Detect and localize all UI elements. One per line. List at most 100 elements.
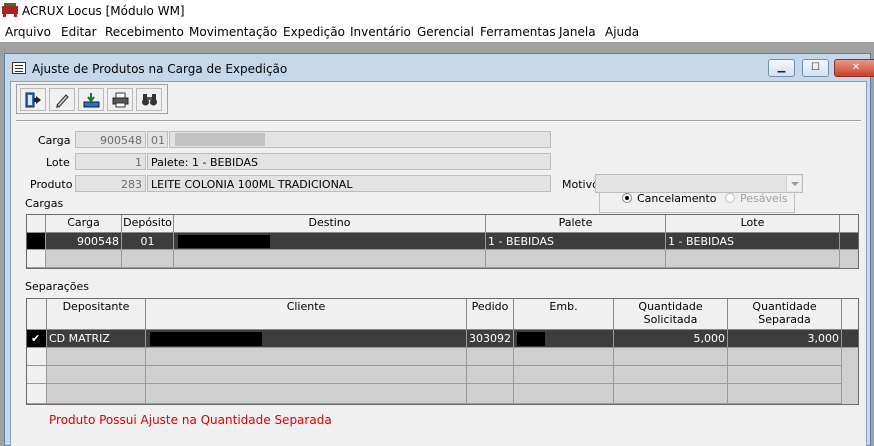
empty-cell <box>486 250 666 268</box>
empty-cell <box>728 348 842 366</box>
check-icon[interactable]: ✔ <box>27 330 47 348</box>
download-tray-icon <box>83 93 100 108</box>
window-title: Ajuste de Produtos na Carga de Expedição <box>32 62 288 76</box>
search-button[interactable] <box>136 88 162 111</box>
cargas-cell-spacer <box>840 233 858 250</box>
redacted-text <box>517 332 545 346</box>
empty-cell <box>47 366 146 384</box>
edit-button[interactable] <box>49 88 75 111</box>
col-emb[interactable]: Emb. <box>514 299 614 330</box>
row-indicator-header <box>27 299 47 330</box>
sep-cell-spacer <box>842 330 858 348</box>
lote-code-field[interactable]: 1 <box>75 153 146 170</box>
motivo-label: Motivo <box>562 178 599 191</box>
col-carga[interactable]: Carga <box>46 215 122 233</box>
empty-cell <box>614 348 728 366</box>
menu-arquivo[interactable]: Arquivo <box>5 25 51 39</box>
produto-code-field[interactable]: 283 <box>75 175 146 192</box>
col-lote[interactable]: Lote <box>666 215 840 233</box>
print-button[interactable] <box>107 88 133 111</box>
col-spacer <box>842 299 858 330</box>
cargas-cell-deposito[interactable]: 01 <box>122 233 174 250</box>
app-title: ACRUX Locus [Módulo WM] <box>22 4 185 18</box>
empty-cell <box>728 366 842 384</box>
sep-cell-qtd-separada[interactable]: 3,000 <box>728 330 842 348</box>
menu-expedicao[interactable]: Expedição <box>283 25 345 39</box>
sep-cell-qtd-solicitada[interactable]: 5,000 <box>614 330 728 348</box>
row-indicator[interactable] <box>27 233 46 250</box>
cargas-section-title: Cargas <box>25 197 64 210</box>
menu-editar[interactable]: Editar <box>61 25 97 39</box>
cargas-cell-carga[interactable]: 900548 <box>46 233 122 250</box>
col-palete[interactable]: Palete <box>486 215 666 233</box>
sep-cell-pedido[interactable]: 303092 <box>467 330 514 348</box>
lote-desc-field[interactable]: Palete: 1 - BEBIDAS <box>147 153 551 170</box>
empty-cell <box>174 250 486 268</box>
empty-cell <box>514 366 614 384</box>
chevron-down-icon[interactable] <box>786 176 801 191</box>
sep-cell-depositante[interactable]: CD MATRIZ <box>47 330 146 348</box>
cargas-cell-lote[interactable]: 1 - BEBIDAS <box>666 233 840 250</box>
maximize-button[interactable]: ☐ <box>802 59 829 77</box>
col-qtd-separada[interactable]: Quantidade Separada <box>728 299 842 330</box>
empty-cell <box>47 384 146 404</box>
cargas-grid: Carga Depósito Destino Palete Lote 90054… <box>26 214 859 269</box>
col-destino[interactable]: Destino <box>174 215 486 233</box>
cancelamento-label[interactable]: Cancelamento <box>637 192 717 205</box>
empty-cell <box>46 250 122 268</box>
empty-cell <box>514 348 614 366</box>
adjust-window: Ajuste de Produtos na Carga de Expedição… <box>4 53 874 446</box>
row-indicator[interactable] <box>27 348 47 366</box>
menu-ferramentas[interactable]: Ferramentas <box>480 25 556 39</box>
empty-cell <box>614 384 728 404</box>
redacted-text <box>150 332 262 346</box>
menu-gerencial[interactable]: Gerencial <box>417 25 474 39</box>
menu-movimentacao[interactable]: Movimentação <box>189 25 277 39</box>
col-spacer <box>840 215 858 233</box>
close-button[interactable]: ✕ <box>834 59 874 77</box>
minimize-button[interactable]: ▁ <box>768 59 795 77</box>
empty-cell <box>146 366 467 384</box>
col-pedido[interactable]: Pedido <box>467 299 514 330</box>
form-icon <box>12 62 26 74</box>
col-qtd-solicitada[interactable]: Quantidade Solicitada <box>614 299 728 330</box>
toolbar <box>16 84 168 114</box>
empty-cell <box>514 384 614 404</box>
row-indicator[interactable] <box>27 366 47 384</box>
row-indicator-header <box>27 215 46 233</box>
menu-ajuda[interactable]: Ajuda <box>605 25 639 39</box>
pesaveis-label[interactable]: Pesáveis <box>740 192 788 205</box>
empty-cell <box>666 250 840 268</box>
produto-desc-field[interactable]: LEITE COLONIA 100ML TRADICIONAL <box>147 175 551 192</box>
pencil-icon <box>56 94 69 108</box>
lote-label: Lote <box>46 156 70 169</box>
window-client: Carga 900548 01 Lote 1 Palete: 1 - BEBID… <box>10 81 867 446</box>
separacoes-section-title: Separações <box>25 280 90 293</box>
exit-door-icon <box>25 92 41 108</box>
adjust-warning: Produto Possui Ajuste na Quantidade Sepa… <box>49 413 332 427</box>
motivo-select[interactable] <box>595 174 803 193</box>
cargas-cell-palete[interactable]: 1 - BEBIDAS <box>486 233 666 250</box>
empty-cell <box>146 348 467 366</box>
empty-cell <box>467 366 514 384</box>
empty-cell <box>728 384 842 404</box>
download-button[interactable] <box>78 88 104 111</box>
menu-inventario[interactable]: Inventário <box>350 25 411 39</box>
acrux-logo-icon <box>2 3 18 17</box>
pesaveis-radio[interactable] <box>725 193 735 203</box>
window-title-bar[interactable]: Ajuste de Produtos na Carga de Expedição… <box>5 54 874 80</box>
binoculars-icon <box>142 94 157 106</box>
col-deposito[interactable]: Depósito <box>122 215 174 233</box>
row-indicator[interactable] <box>27 250 46 268</box>
cancelamento-radio[interactable] <box>622 193 632 203</box>
carga-code-field[interactable]: 900548 <box>75 131 146 148</box>
col-depositante[interactable]: Depositante <box>47 299 146 330</box>
menu-recebimento[interactable]: Recebimento <box>105 25 184 39</box>
row-indicator[interactable] <box>27 384 47 404</box>
menu-janela[interactable]: Janela <box>559 25 596 39</box>
col-cliente[interactable]: Cliente <box>146 299 467 330</box>
exit-button[interactable] <box>20 88 46 111</box>
empty-cell <box>47 348 146 366</box>
carga-sub-field[interactable]: 01 <box>147 131 168 148</box>
toolbar-separator <box>16 120 861 122</box>
